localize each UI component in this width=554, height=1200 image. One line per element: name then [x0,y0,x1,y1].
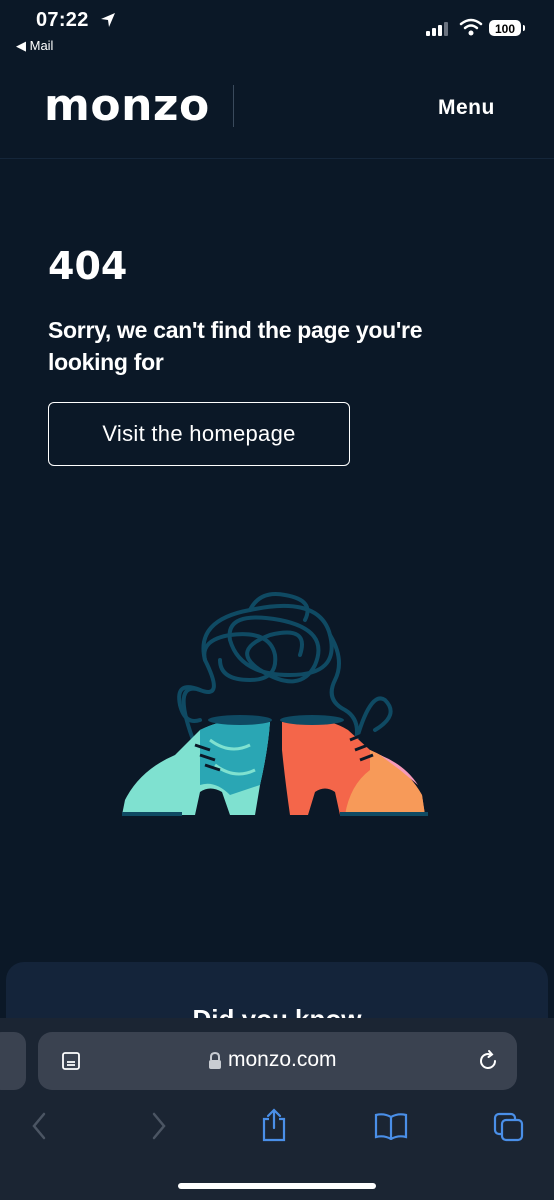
address-bar[interactable]: monzo.com [38,1032,517,1090]
reload-icon[interactable] [476,1049,500,1078]
lock-icon [208,1051,222,1075]
bookmarks-icon[interactable] [374,1112,408,1145]
error-code: 404 [48,244,128,288]
status-bar: 07:22 ◀ Mail 100 [0,0,554,58]
cellular-signal-icon [426,22,450,41]
tabs-icon[interactable] [493,1112,525,1147]
url-text[interactable]: monzo.com [228,1048,337,1072]
home-indicator[interactable] [178,1183,376,1189]
menu-button[interactable]: Menu [438,96,495,120]
monzo-logo[interactable]: monzo [44,80,210,131]
header-divider [233,85,234,127]
status-time: 07:22 [36,9,89,31]
reader-mode-icon[interactable] [60,1050,82,1077]
battery-cap [523,25,525,31]
share-icon[interactable] [260,1108,288,1147]
back-to-mail-link[interactable]: ◀ Mail [16,38,53,54]
previous-tab-preview[interactable] [0,1032,26,1090]
location-arrow-icon [100,12,116,33]
visit-homepage-button[interactable]: Visit the homepage [48,402,350,466]
battery-indicator: 100 [489,20,521,36]
wifi-icon [459,18,483,41]
tangled-shoes-illustration [100,580,460,830]
back-chevron-icon[interactable] [30,1112,48,1145]
forward-chevron-icon[interactable] [150,1112,168,1145]
site-header: monzo Menu [0,58,554,159]
error-message: Sorry, we can't find the page you're loo… [48,317,423,375]
browser-toolbar: monzo.com [0,1018,554,1200]
